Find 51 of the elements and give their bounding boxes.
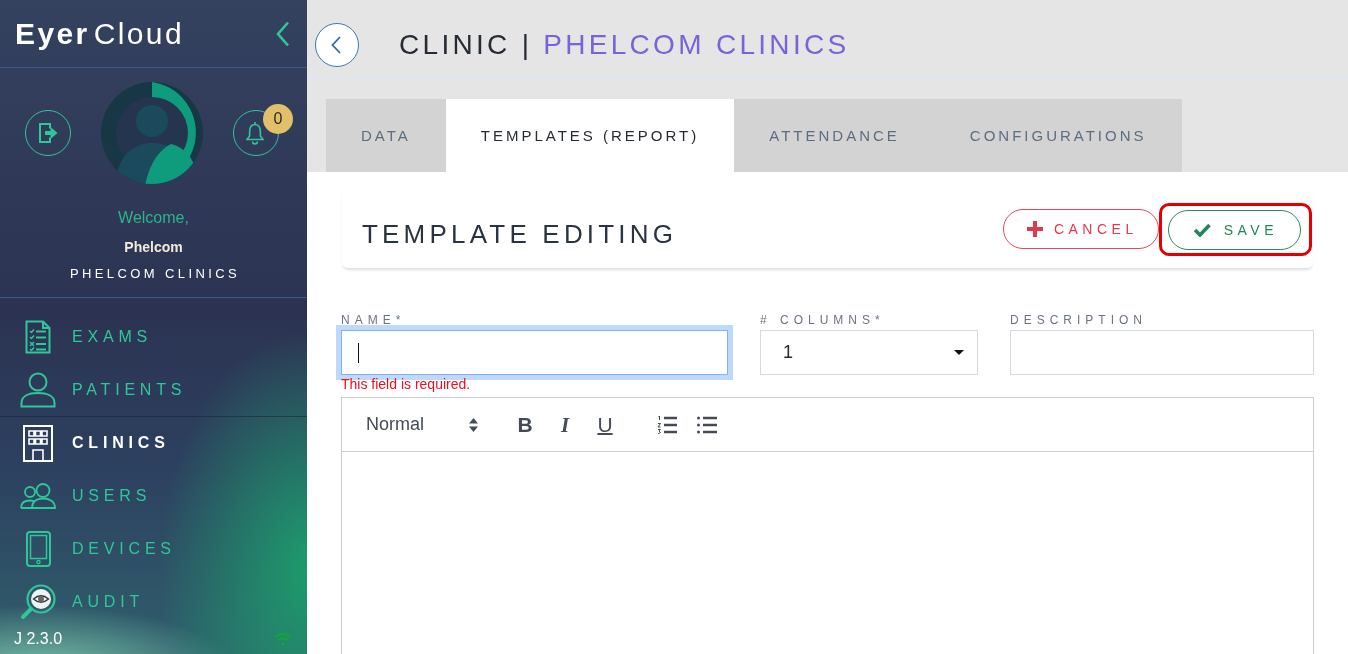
- up-down-arrows-icon: [469, 417, 478, 432]
- checklist-document-icon: [25, 320, 51, 354]
- field-label: # COLUMNS*: [760, 312, 886, 328]
- version-text: J 2.3.0: [14, 630, 63, 648]
- sidebar-nav-item[interactable]: DEVICES: [0, 522, 307, 575]
- person-icon: [20, 372, 56, 408]
- wifi-icon: [274, 632, 292, 646]
- bell-icon: [246, 121, 264, 145]
- card-title: TEMPLATE EDITING: [362, 217, 678, 250]
- page-title: CLINIC |: [399, 28, 533, 62]
- sidebar-nav-item[interactable]: AUDIT: [0, 575, 307, 628]
- back-button[interactable]: [315, 23, 359, 67]
- phone-icon: [25, 531, 51, 567]
- tab[interactable]: CONFIGURATIONS: [934, 99, 1182, 172]
- error-message: This field is required.: [341, 376, 472, 392]
- notifications-button[interactable]: 0: [233, 104, 293, 156]
- people-icon: [20, 483, 56, 509]
- sidebar-nav-item[interactable]: PATIENTS: [0, 363, 307, 416]
- user-name: Phelcom: [124, 238, 183, 256]
- numbered-list-icon[interactable]: [657, 415, 677, 434]
- save-button[interactable]: SAVE: [1167, 209, 1301, 250]
- tab[interactable]: TEMPLATES (REPORT): [445, 99, 735, 172]
- sidebar-nav-item[interactable]: USERS: [0, 469, 307, 522]
- tab[interactable]: ATTENDANCE: [734, 99, 935, 172]
- welcome-text: Welcome,: [118, 208, 189, 228]
- caret-down-icon: [954, 350, 964, 355]
- bullet-list-icon[interactable]: [697, 415, 717, 434]
- building-icon: [23, 424, 53, 462]
- clinic-title: PHELCOM CLINICS: [543, 28, 850, 62]
- clinic-name: PHELCOM CLINICS: [68, 266, 241, 282]
- notification-badge: 0: [263, 104, 293, 134]
- check-icon: [1192, 222, 1211, 237]
- chevron-left-icon: [276, 20, 290, 47]
- plus-icon: [1026, 221, 1043, 237]
- logout-icon: [38, 122, 58, 144]
- field-label: NAME*: [341, 312, 407, 328]
- format-dropdown[interactable]: Normal: [366, 414, 478, 435]
- underline-button[interactable]: U: [591, 410, 619, 439]
- tab[interactable]: DATA: [326, 99, 446, 172]
- field-label: DESCRIPTION: [1010, 312, 1148, 328]
- text-field[interactable]: [1010, 330, 1314, 375]
- sidebar-nav-item[interactable]: CLINICS: [0, 416, 307, 469]
- dropdown-field[interactable]: 1: [760, 330, 978, 375]
- italic-button[interactable]: I: [551, 410, 579, 439]
- bold-button[interactable]: B: [511, 410, 539, 439]
- magnifier-eye-icon: [20, 584, 56, 620]
- sidebar-nav-item[interactable]: EXAMS: [0, 310, 307, 363]
- chevron-left-icon: [331, 36, 341, 54]
- collapse-sidebar-button[interactable]: [276, 20, 290, 47]
- cancel-button[interactable]: CANCEL: [1002, 209, 1159, 249]
- avatar-icon: [101, 82, 203, 184]
